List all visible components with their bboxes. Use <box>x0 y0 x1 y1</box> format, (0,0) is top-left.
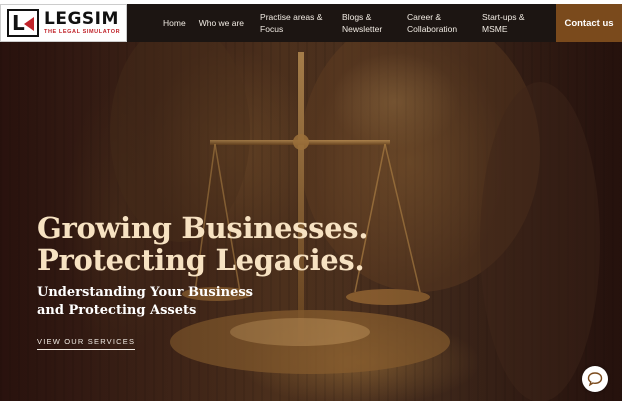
logo-text: LEGSIM THE LEGAL SIMULATOR <box>44 10 120 36</box>
nav-item-startups[interactable]: Start-ups & MSME <box>482 11 538 35</box>
logo-tagline: THE LEGAL SIMULATOR <box>44 29 121 35</box>
chat-button[interactable] <box>582 366 608 392</box>
nav-item-blogs[interactable]: Blogs & Newsletter <box>342 11 394 35</box>
view-our-services-link[interactable]: VIEW OUR SERVICES <box>37 337 136 350</box>
contact-us-button[interactable]: Contact us <box>556 4 622 42</box>
logo[interactable]: L LEGSIM THE LEGAL SIMULATOR <box>0 4 127 42</box>
logo-name: LEGSIM <box>44 9 119 29</box>
nav-item-practise-areas[interactable]: Practise areas & Focus <box>260 11 326 35</box>
legsim-logo-icon: L <box>7 9 39 37</box>
hero-headline-line-1: Growing Businesses. <box>37 211 369 245</box>
site-header: L LEGSIM THE LEGAL SIMULATOR Home Who we… <box>0 4 622 42</box>
chat-bubble-icon <box>587 372 603 387</box>
hero-subheadline: Understanding Your Business and Protecti… <box>37 284 297 320</box>
nav-item-home[interactable]: Home <box>163 17 186 29</box>
hero-section: Growing Businesses. Protecting Legacies.… <box>0 42 622 401</box>
main-nav: Home Who we are Practise areas & Focus B… <box>163 4 538 42</box>
page: L LEGSIM THE LEGAL SIMULATOR Home Who we… <box>0 0 624 403</box>
hero-subheadline-line-1: Understanding Your Business <box>37 285 253 300</box>
hero-headline: Growing Businesses. Protecting Legacies. <box>37 212 417 276</box>
hero-subheadline-line-2: and Protecting Assets <box>37 303 197 318</box>
hero-headline-line-2: Protecting Legacies. <box>37 243 365 277</box>
nav-item-who-we-are[interactable]: Who we are <box>199 17 244 29</box>
logo-mark-letter: L <box>12 11 25 35</box>
nav-item-career[interactable]: Career & Collaboration <box>407 11 469 35</box>
logo-triangle <box>24 17 34 31</box>
